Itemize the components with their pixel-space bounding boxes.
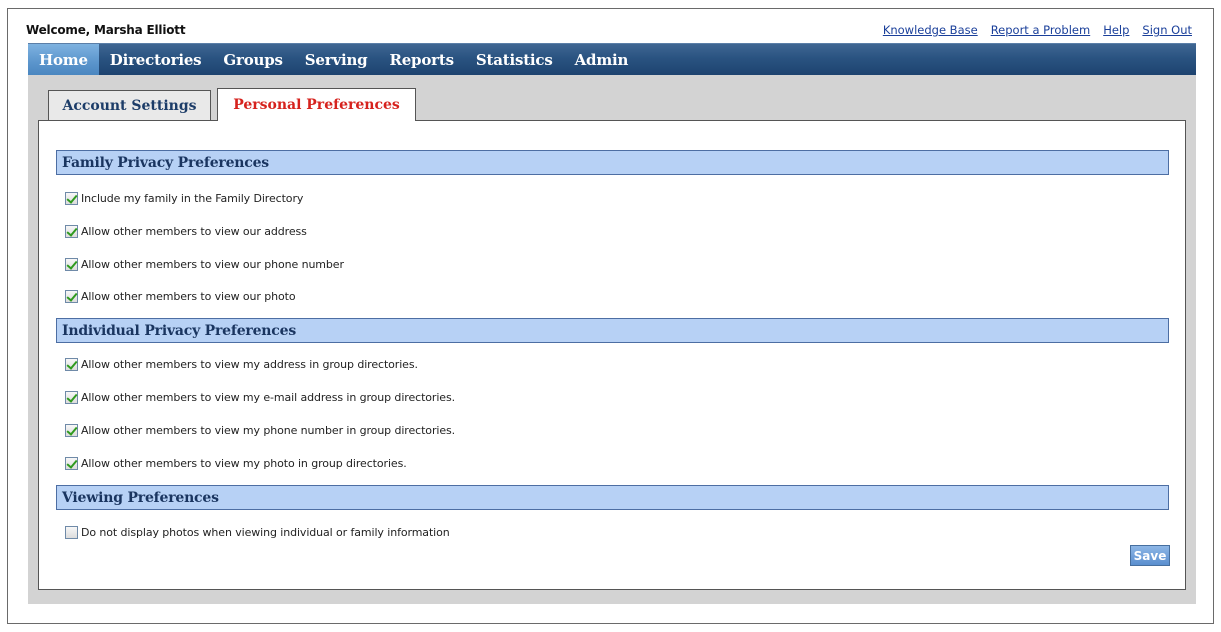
nav-serving[interactable]: Serving (294, 44, 379, 75)
option-label: Allow other members to view my e-mail ad… (81, 391, 455, 404)
welcome-text: Welcome, Marsha Elliott (26, 23, 186, 37)
option-include-family-directory[interactable]: Include my family in the Family Director… (65, 192, 303, 205)
option-label: Allow other members to view our photo (81, 290, 296, 303)
checkbox[interactable] (65, 225, 78, 238)
section-header-viewing: Viewing Preferences (56, 485, 1169, 510)
option-label: Allow other members to view my photo in … (81, 457, 407, 470)
knowledge-base-link[interactable]: Knowledge Base (883, 23, 978, 37)
report-problem-link[interactable]: Report a Problem (991, 23, 1091, 37)
checkbox[interactable] (65, 526, 78, 539)
option-label: Allow other members to view our address (81, 225, 307, 238)
sign-out-link[interactable]: Sign Out (1142, 23, 1192, 37)
checkbox[interactable] (65, 358, 78, 371)
option-hide-photos[interactable]: Do not display photos when viewing indiv… (65, 526, 450, 539)
option-view-our-address[interactable]: Allow other members to view our address (65, 225, 307, 238)
nav-directories[interactable]: Directories (99, 44, 213, 75)
option-label: Do not display photos when viewing indiv… (81, 526, 450, 539)
checkbox[interactable] (65, 192, 78, 205)
nav-admin[interactable]: Admin (564, 44, 640, 75)
checkbox[interactable] (65, 424, 78, 437)
checkbox[interactable] (65, 457, 78, 470)
nav-home[interactable]: Home (28, 44, 99, 75)
option-label: Allow other members to view our phone nu… (81, 258, 344, 271)
tab-account-settings[interactable]: Account Settings (48, 90, 211, 120)
option-view-my-address[interactable]: Allow other members to view my address i… (65, 358, 418, 371)
option-view-my-email[interactable]: Allow other members to view my e-mail ad… (65, 391, 455, 404)
option-label: Allow other members to view my address i… (81, 358, 418, 371)
preferences-panel: Family Privacy Preferences Include my fa… (38, 120, 1186, 590)
option-label: Include my family in the Family Director… (81, 192, 304, 205)
nav-reports[interactable]: Reports (378, 44, 464, 75)
top-links: Knowledge Base Report a Problem Help Sig… (883, 23, 1192, 37)
nav-groups[interactable]: Groups (212, 44, 293, 75)
tab-personal-preferences[interactable]: Personal Preferences (217, 88, 416, 121)
checkbox[interactable] (65, 391, 78, 404)
section-header-family-privacy: Family Privacy Preferences (56, 150, 1169, 175)
help-link[interactable]: Help (1103, 23, 1129, 37)
save-button[interactable]: Save (1130, 545, 1170, 566)
option-view-our-phone[interactable]: Allow other members to view our phone nu… (65, 258, 344, 271)
top-bar: Welcome, Marsha Elliott Knowledge Base R… (24, 21, 1192, 39)
option-label: Allow other members to view my phone num… (81, 424, 456, 437)
checkbox[interactable] (65, 290, 78, 303)
option-view-our-photo[interactable]: Allow other members to view our photo (65, 290, 296, 303)
nav-statistics[interactable]: Statistics (465, 44, 564, 75)
checkbox[interactable] (65, 258, 78, 271)
main-nav: Home Directories Groups Serving Reports … (28, 43, 1196, 75)
option-view-my-photo[interactable]: Allow other members to view my photo in … (65, 457, 407, 470)
option-view-my-phone[interactable]: Allow other members to view my phone num… (65, 424, 455, 437)
section-header-individual-privacy: Individual Privacy Preferences (56, 318, 1169, 343)
